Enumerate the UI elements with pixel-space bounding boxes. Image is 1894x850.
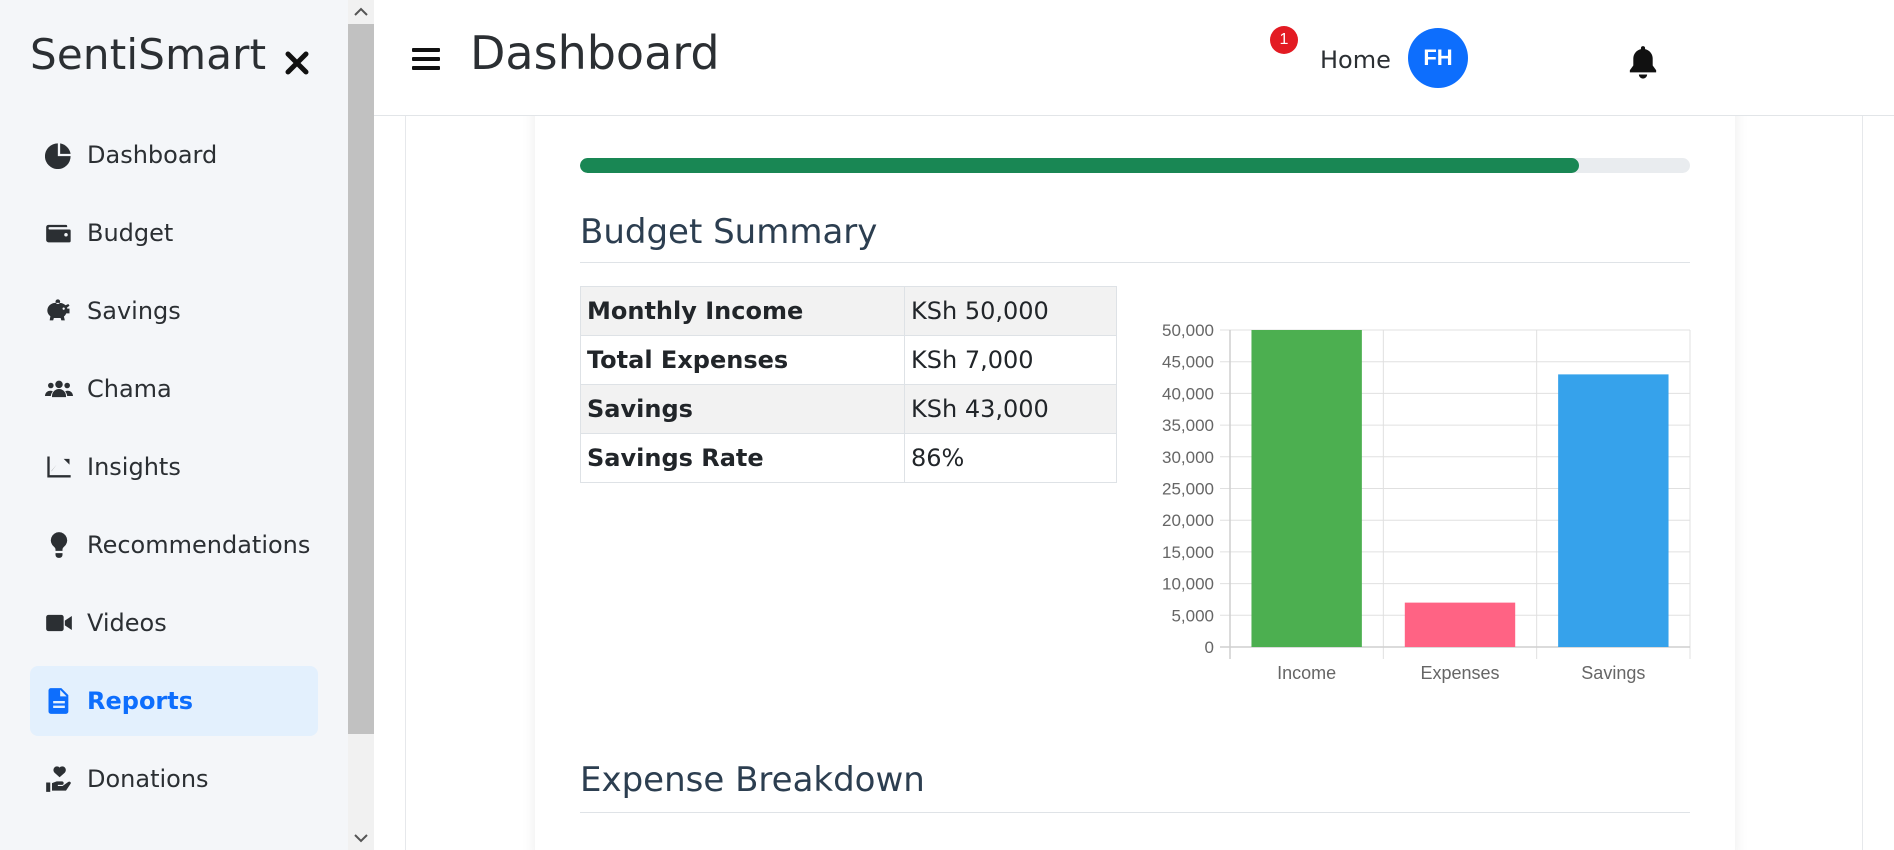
sidebar-nav: Dashboard Budget Savings Chama Insights: [30, 120, 318, 822]
table-cell-value: KSh 43,000: [904, 384, 1117, 434]
y-tick-label: 30,000: [1162, 448, 1214, 467]
user-avatar[interactable]: FH: [1408, 28, 1468, 88]
y-tick-label: 50,000: [1162, 321, 1214, 340]
sidebar-item-label: Videos: [87, 609, 167, 637]
hand-holding-heart-icon: [44, 764, 74, 794]
table-cell-value: 86%: [904, 433, 1117, 483]
wallet-icon: [44, 218, 74, 248]
budget-summary-heading: Budget Summary: [580, 212, 878, 252]
hamburger-icon: [412, 48, 440, 70]
sidebar-item-label: Budget: [87, 219, 174, 247]
sidebar-item-chama[interactable]: Chama: [30, 354, 318, 424]
y-tick-label: 40,000: [1162, 384, 1214, 403]
sidebar-item-label: Savings: [87, 297, 181, 325]
sidebar-item-label: Recommendations: [87, 531, 311, 559]
top-navbar: Dashboard: [374, 0, 1894, 116]
piggy-bank-icon: [44, 296, 74, 326]
sidebar-scrollbar[interactable]: [348, 0, 374, 850]
page-title: Dashboard: [470, 26, 720, 80]
scroll-up-button[interactable]: [348, 0, 374, 24]
table-cell-value: KSh 50,000: [904, 286, 1117, 336]
budget-summary-table: Monthly Income KSh 50,000 Total Expenses…: [580, 286, 1117, 483]
chart-line-icon: [44, 452, 74, 482]
notification-badge: 1: [1270, 26, 1298, 54]
table-cell-key: Savings Rate: [580, 433, 905, 483]
bell-icon: [1629, 46, 1657, 79]
y-tick-label: 35,000: [1162, 416, 1214, 435]
x-tick-label: Savings: [1581, 663, 1645, 683]
sidebar-item-dashboard[interactable]: Dashboard: [30, 120, 318, 190]
sidebar-item-donations[interactable]: Donations: [30, 744, 318, 814]
y-tick-label: 20,000: [1162, 511, 1214, 530]
bar-expenses: [1404, 602, 1516, 647]
users-icon: [44, 374, 74, 404]
section-divider: [580, 262, 1690, 263]
sidebar-item-budget[interactable]: Budget: [30, 198, 318, 268]
bar-savings: [1558, 374, 1669, 647]
table-row: Savings KSh 43,000: [580, 384, 1117, 434]
bar-income: [1251, 330, 1362, 647]
sidebar-item-label: Insights: [87, 453, 181, 481]
y-tick-label: 5,000: [1171, 606, 1214, 625]
x-tick-label: Income: [1277, 663, 1336, 683]
sidebar-item-label: Dashboard: [87, 141, 218, 169]
brand-logo[interactable]: SentiSmart: [30, 30, 266, 79]
chevron-up-icon: [354, 7, 368, 16]
chart-pie-icon: [44, 140, 74, 170]
table-cell-value: KSh 7,000: [904, 335, 1117, 385]
y-tick-label: 10,000: [1162, 575, 1214, 594]
chevron-down-icon: [354, 834, 368, 843]
table-cell-key: Savings: [580, 384, 905, 434]
expense-breakdown-heading: Expense Breakdown: [580, 760, 925, 800]
sidebar-item-reports[interactable]: Reports: [30, 666, 318, 736]
close-sidebar-button[interactable]: [282, 48, 312, 78]
scroll-thumb[interactable]: [348, 24, 374, 734]
table-cell-key: Monthly Income: [580, 286, 905, 336]
score-progress-bar: [580, 158, 1690, 173]
scroll-down-button[interactable]: [348, 826, 374, 850]
notifications-button[interactable]: [1626, 44, 1660, 80]
section-divider: [580, 812, 1690, 813]
score-progress-fill: [580, 158, 1579, 173]
y-tick-label: 15,000: [1162, 543, 1214, 562]
table-cell-key: Total Expenses: [580, 335, 905, 385]
y-tick-label: 0: [1205, 638, 1214, 657]
sidebar-item-savings[interactable]: Savings: [30, 276, 318, 346]
x-tick-label: Expenses: [1420, 663, 1499, 683]
sidebar-item-label: Chama: [87, 375, 172, 403]
video-icon: [44, 608, 74, 638]
sidebar-item-label: Reports: [87, 687, 194, 715]
sidebar-item-videos[interactable]: Videos: [30, 588, 318, 658]
file-icon: [44, 686, 74, 716]
y-tick-label: 25,000: [1162, 480, 1214, 499]
sidebar-item-recommendations[interactable]: Recommendations: [30, 510, 318, 580]
home-link[interactable]: Home: [1320, 46, 1391, 74]
table-row: Monthly Income KSh 50,000: [580, 286, 1117, 336]
sidebar-item-insights[interactable]: Insights: [30, 432, 318, 502]
table-row: Savings Rate 86%: [580, 433, 1117, 483]
budget-bar-chart: 0 5,000 10,000 15,000 20,000 25,000 30,000 35,0…: [1162, 321, 1691, 683]
menu-toggle-button[interactable]: [412, 46, 440, 72]
close-icon: [285, 51, 309, 75]
sidebar: SentiSmart Dashboard Budget Savings Cham…: [0, 0, 348, 850]
y-tick-label: 45,000: [1162, 353, 1214, 372]
sidebar-item-label: Donations: [87, 765, 209, 793]
lightbulb-icon: [44, 530, 74, 560]
table-row: Total Expenses KSh 7,000: [580, 335, 1117, 385]
